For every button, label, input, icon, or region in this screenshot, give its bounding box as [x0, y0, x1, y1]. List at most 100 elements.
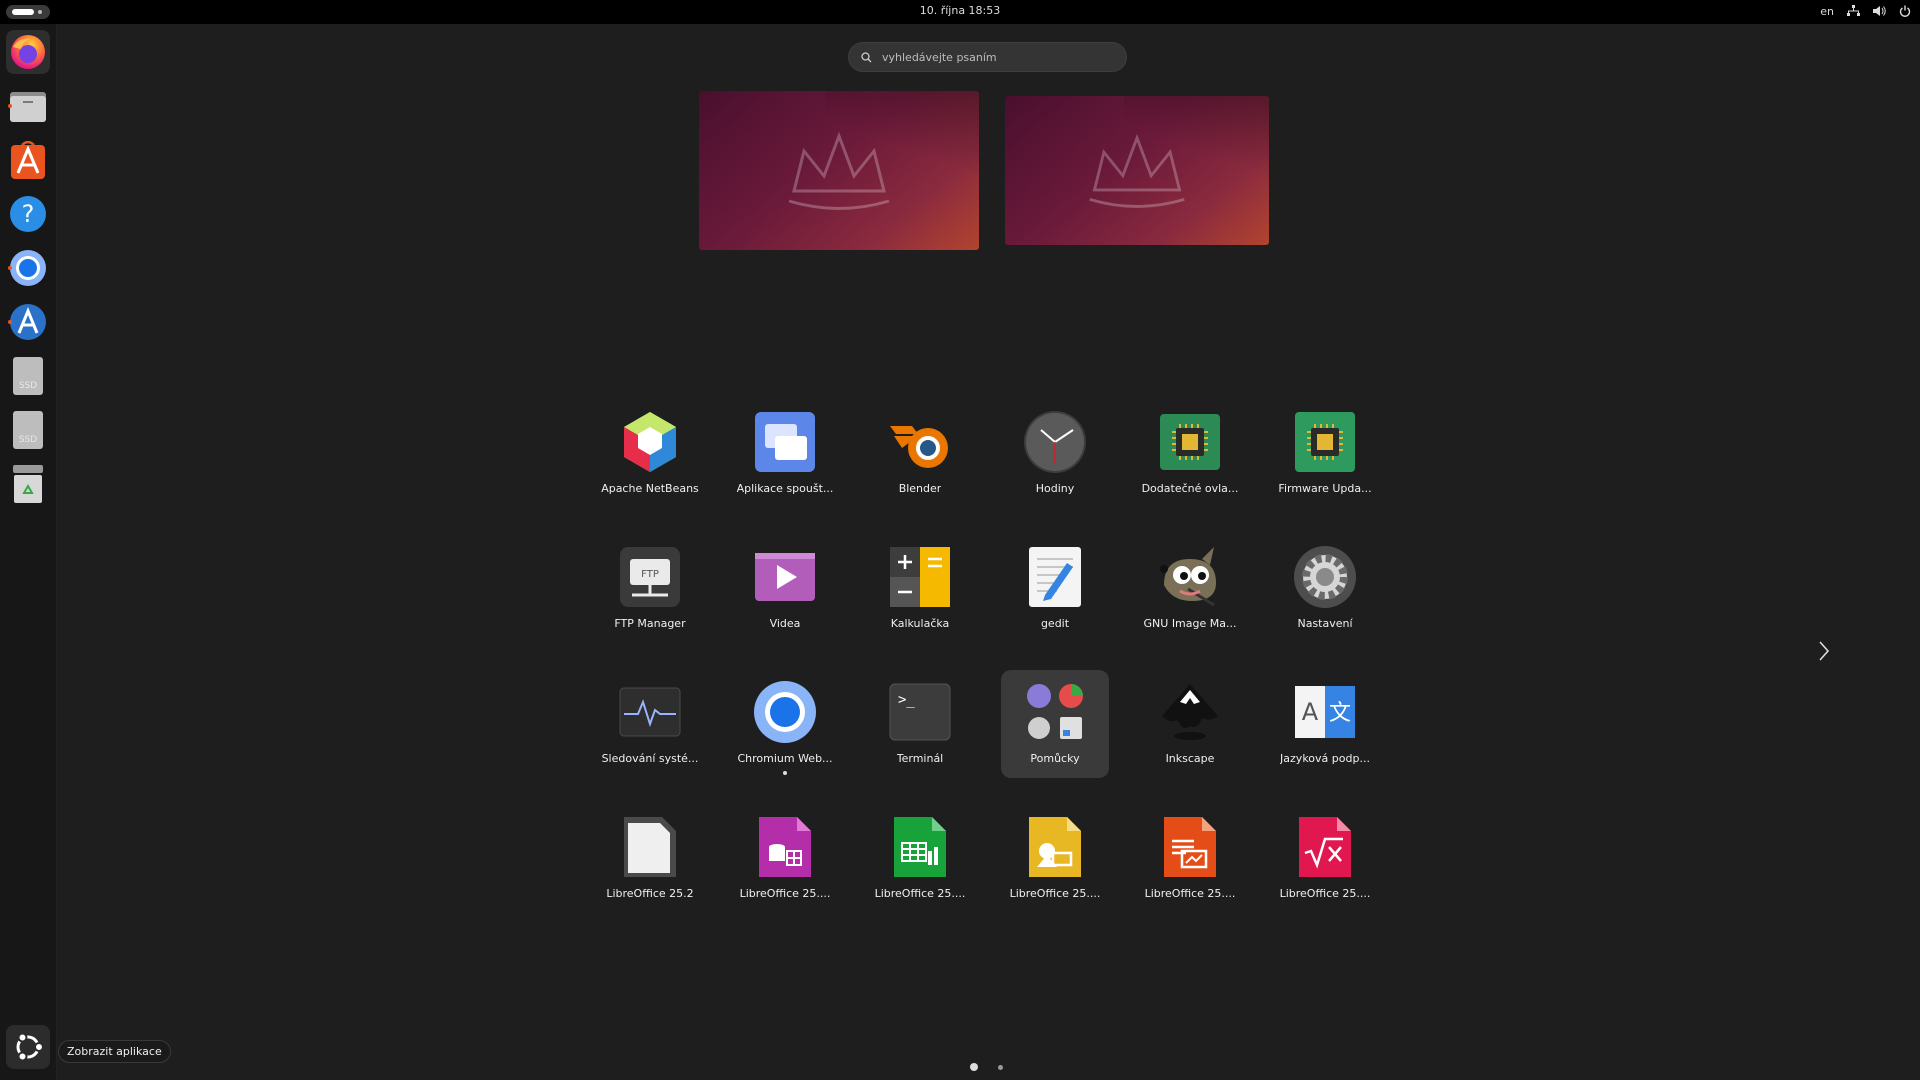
next-page-arrow-icon[interactable] — [1818, 640, 1830, 668]
ubuntu-logo-icon — [16, 1032, 44, 1062]
system-monitor-icon — [618, 680, 682, 744]
app-libreoffice-math[interactable]: LibreOffice 25.... — [1271, 805, 1379, 913]
app-label: Terminál — [896, 752, 944, 765]
app-label: LibreOffice 25.... — [1009, 887, 1101, 900]
dock-help[interactable]: ? — [6, 192, 50, 236]
dock-drive-1[interactable]: SSD — [6, 354, 50, 398]
app-clocks[interactable]: Hodiny — [1001, 400, 1109, 508]
app-blender[interactable]: Blender — [866, 400, 974, 508]
app-videos[interactable]: Videa — [731, 535, 839, 643]
page-indicator[interactable] — [998, 1065, 1003, 1070]
app-folder-utilities[interactable]: Pomůcky — [1001, 670, 1109, 778]
workspace-thumbnail-1[interactable] — [699, 91, 979, 250]
app-label: Blender — [898, 482, 942, 495]
startup-applications-icon — [753, 410, 817, 474]
app-gedit[interactable]: gedit — [1001, 535, 1109, 643]
app-libreoffice-impress[interactable]: LibreOffice 25.... — [1136, 805, 1244, 913]
app-label: LibreOffice 25.... — [874, 887, 966, 900]
gedit-icon — [1023, 545, 1087, 609]
app-inkscape[interactable]: Inkscape — [1136, 670, 1244, 778]
network-icon[interactable] — [1846, 4, 1860, 18]
volume-icon[interactable] — [1872, 4, 1886, 18]
dock-drive-2[interactable]: SSD — [6, 408, 50, 452]
app-label: LibreOffice 25.... — [1279, 887, 1371, 900]
language-icon: A 文 — [1293, 680, 1357, 744]
app-language-support[interactable]: A 文 Jazyková podp... — [1271, 670, 1379, 778]
app-terminal[interactable]: >_ Terminál — [866, 670, 974, 778]
gear-icon — [1293, 545, 1357, 609]
app-label: Aplikace spoušt... — [736, 482, 834, 495]
app-chromium-web-browser[interactable]: Chromium Web... — [731, 670, 839, 778]
svg-text:?: ? — [22, 200, 35, 228]
search-box[interactable] — [848, 42, 1127, 72]
app-calculator[interactable]: Kalkulačka — [866, 535, 974, 643]
drive-icon: SSD — [13, 357, 43, 395]
app-firmware-updater[interactable]: Firmware Upda... — [1271, 400, 1379, 508]
app-label: LibreOffice 25.... — [1144, 887, 1236, 900]
svg-text:SSD: SSD — [19, 381, 37, 391]
app-label: GNU Image Ma... — [1143, 617, 1237, 630]
app-system-monitor[interactable]: Sledování systé... — [596, 670, 704, 778]
app-label: Hodiny — [1035, 482, 1075, 495]
app-settings[interactable]: Nastavení — [1271, 535, 1379, 643]
inkscape-icon — [1158, 680, 1222, 744]
workspace-thumbnail-2[interactable] — [1005, 96, 1269, 245]
svg-text:A: A — [1302, 698, 1319, 726]
running-indicator — [783, 771, 787, 775]
page-indicator-active[interactable] — [970, 1063, 978, 1071]
keyboard-layout[interactable]: en — [1820, 5, 1834, 18]
libreoffice-draw-icon — [1023, 815, 1087, 879]
app-libreoffice-base[interactable]: LibreOffice 25.... — [731, 805, 839, 913]
app-additional-drivers[interactable]: Dodatečné ovla... — [1136, 400, 1244, 508]
app-gimp[interactable]: GNU Image Ma... — [1136, 535, 1244, 643]
dock-firefox[interactable] — [6, 30, 50, 74]
search-input[interactable] — [880, 49, 1104, 65]
app-label: Nastavení — [1297, 617, 1353, 630]
show-apps-button[interactable] — [6, 1025, 50, 1069]
app-label: Kalkulačka — [890, 617, 950, 630]
running-indicator — [8, 320, 12, 324]
clock-icon — [1023, 410, 1087, 474]
app-center-icon — [11, 141, 45, 179]
app-startup-applications[interactable]: Aplikace spoušt... — [731, 400, 839, 508]
svg-text:SSD: SSD — [19, 435, 37, 445]
drive-icon: SSD — [13, 411, 43, 449]
libreoffice-icon — [618, 815, 682, 879]
videos-icon — [753, 545, 817, 609]
firefox-icon — [11, 35, 45, 69]
running-indicator — [8, 104, 12, 108]
app-label: Chromium Web... — [737, 752, 833, 765]
app-ftp-manager[interactable]: FTP FTP Manager — [596, 535, 704, 643]
chip-icon — [1293, 410, 1357, 474]
libreoffice-base-icon — [753, 815, 817, 879]
app-label: Apache NetBeans — [601, 482, 699, 495]
app-libreoffice[interactable]: LibreOffice 25.2 — [596, 805, 704, 913]
dock-trash[interactable] — [6, 462, 50, 506]
wallpaper-crown-icon — [1089, 133, 1185, 208]
libreoffice-impress-icon — [1158, 815, 1222, 879]
chromium-icon — [10, 250, 46, 286]
app-label: gedit — [1040, 617, 1070, 630]
blender-icon — [888, 410, 952, 474]
files-icon — [10, 92, 46, 122]
clock[interactable]: 10. října 18:53 — [0, 4, 1920, 17]
show-apps-tooltip: Zobrazit aplikace — [58, 1040, 171, 1063]
dock: ? SSD SSD — [0, 24, 57, 1080]
dock-chromium[interactable] — [6, 246, 50, 290]
trash-icon — [13, 465, 43, 503]
libreoffice-calc-icon — [888, 815, 952, 879]
app-libreoffice-calc[interactable]: LibreOffice 25.... — [866, 805, 974, 913]
dock-software-updater[interactable] — [6, 300, 50, 344]
app-label: LibreOffice 25.2 — [606, 887, 694, 900]
calculator-icon — [888, 545, 952, 609]
power-icon[interactable] — [1898, 4, 1912, 18]
app-label: Jazyková podp... — [1280, 752, 1370, 765]
top-bar: 10. října 18:53 en — [0, 0, 1920, 24]
search-icon — [861, 51, 872, 62]
app-apache-netbeans[interactable]: Apache NetBeans — [596, 400, 704, 508]
app-libreoffice-draw[interactable]: LibreOffice 25.... — [1001, 805, 1109, 913]
svg-text:文: 文 — [1329, 701, 1351, 726]
dock-files[interactable] — [6, 84, 50, 128]
dock-app-center[interactable] — [6, 138, 50, 182]
system-tray[interactable]: en — [1820, 4, 1912, 18]
